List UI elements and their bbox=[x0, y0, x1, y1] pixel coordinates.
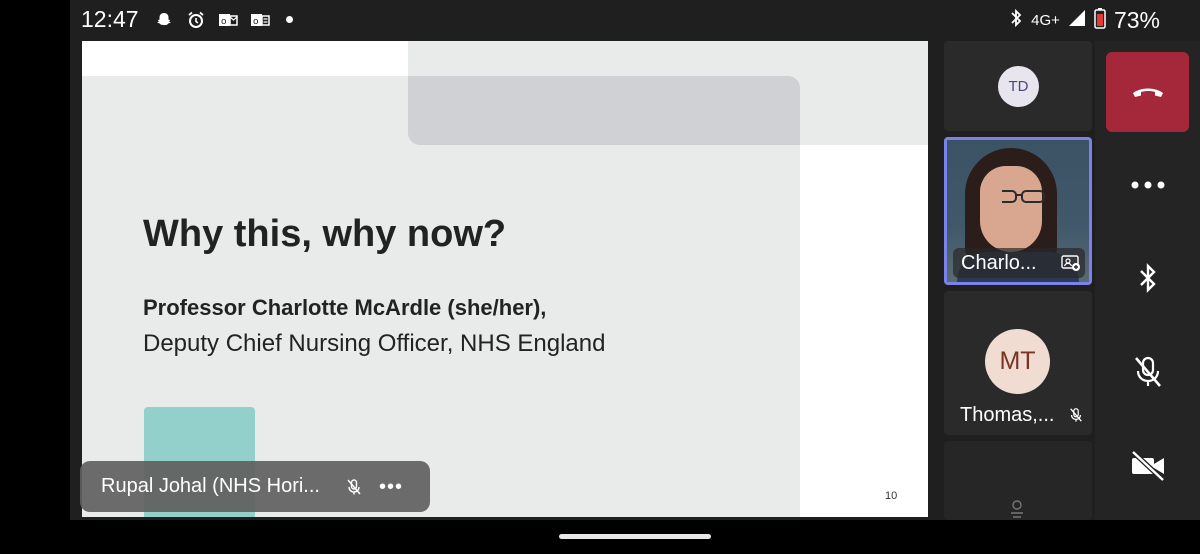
notification-dot bbox=[286, 16, 293, 23]
battery-percent: 73% bbox=[1113, 6, 1160, 33]
alarm-icon bbox=[186, 10, 206, 30]
phone-hangup-icon bbox=[1132, 88, 1163, 97]
more-icon bbox=[1131, 181, 1164, 189]
slide-header-accent bbox=[408, 76, 800, 145]
slide-page-number: 10 bbox=[885, 490, 898, 502]
letterbox-left bbox=[0, 0, 70, 554]
participant-tile-partial[interactable] bbox=[944, 441, 1092, 520]
slide-speaker-name: Professor Charlotte McArdle (she/her), bbox=[143, 295, 547, 320]
participant-tile-mt[interactable]: MT Thomas,... bbox=[944, 291, 1092, 435]
avatar-mt: MT bbox=[985, 329, 1050, 394]
camera-toggle-button[interactable] bbox=[1106, 426, 1189, 506]
navigation-bar bbox=[0, 520, 1200, 554]
signal-icon bbox=[1068, 9, 1086, 32]
slide-title: Why this, why now? bbox=[143, 213, 507, 255]
svg-text:o: o bbox=[221, 17, 227, 27]
screen-share-icon bbox=[1061, 254, 1081, 272]
presenter-name: Rupal Johal (NHS Hori... bbox=[101, 475, 320, 497]
participant-placeholder-icon bbox=[1008, 500, 1026, 520]
audio-device-button[interactable] bbox=[1106, 238, 1189, 318]
snapchat-icon bbox=[154, 10, 174, 30]
bluetooth-icon bbox=[1139, 263, 1156, 293]
microphone-toggle-button[interactable] bbox=[1106, 332, 1189, 412]
presenter-more-button[interactable]: ••• bbox=[379, 477, 403, 497]
battery-icon bbox=[1094, 7, 1106, 34]
camera-off-icon bbox=[1130, 450, 1165, 482]
home-gesture-handle[interactable] bbox=[559, 534, 711, 539]
status-right-group: 4G+ 73% bbox=[1009, 6, 1160, 34]
video-name-label: Charlo... bbox=[953, 248, 1085, 278]
bluetooth-icon bbox=[1009, 8, 1023, 33]
participant-name-charlotte: Charlo... bbox=[961, 251, 1037, 274]
teams-call-screen: 12:47 o o 4G+ 73% Why this, why now? Pro… bbox=[70, 0, 1200, 520]
presenter-pill[interactable]: Rupal Johal (NHS Hori... ••• bbox=[80, 461, 430, 512]
outlook-icon: o bbox=[218, 10, 238, 30]
avatar-td: TD bbox=[998, 66, 1039, 107]
network-type: 4G+ bbox=[1031, 11, 1060, 29]
participant-name-thomas: Thomas,... bbox=[960, 404, 1055, 426]
status-bar: 12:47 o o 4G+ 73% bbox=[70, 0, 1200, 40]
microphone-off-icon bbox=[1134, 356, 1161, 387]
shared-slide[interactable]: Why this, why now? Professor Charlotte M… bbox=[82, 41, 928, 517]
status-time: 12:47 bbox=[81, 6, 139, 32]
mic-off-icon bbox=[1068, 407, 1084, 423]
video-face-shape bbox=[980, 166, 1045, 252]
mic-off-icon bbox=[345, 478, 363, 496]
hang-up-button[interactable] bbox=[1106, 52, 1189, 132]
glasses-shape bbox=[1002, 190, 1045, 203]
more-options-button[interactable] bbox=[1106, 145, 1189, 225]
slide-speaker-role: Deputy Chief Nursing Officer, NHS Englan… bbox=[143, 330, 606, 357]
office-icon: o bbox=[250, 10, 270, 30]
participant-tile-td[interactable]: TD bbox=[944, 41, 1092, 131]
call-controls bbox=[1095, 41, 1200, 520]
svg-text:o: o bbox=[253, 17, 259, 27]
participant-tile-video[interactable]: Charlo... bbox=[944, 137, 1092, 285]
